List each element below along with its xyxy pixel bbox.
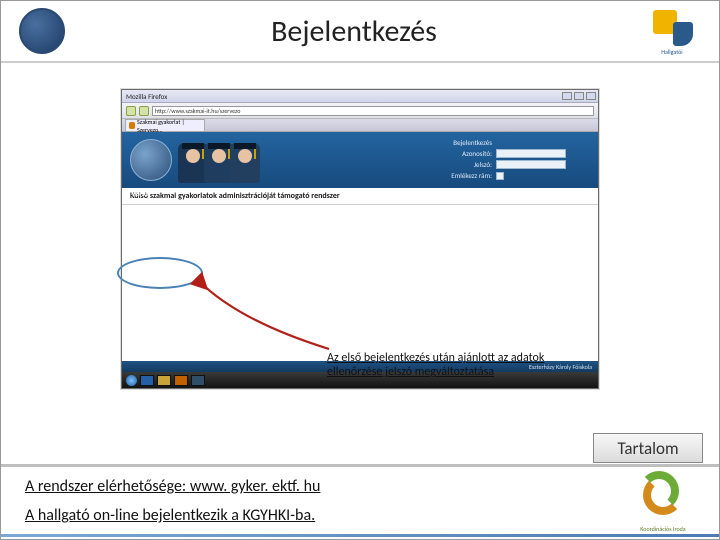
site-logo (130, 139, 172, 181)
banner-graphic (178, 135, 298, 185)
browser-titlebar: Mozilla Firefox (122, 90, 598, 103)
browser-tab[interactable]: Szakmai gyakorlat | Szervezo… (125, 119, 205, 131)
login-panel: Bejelentkezés Azonosító: Jelszó: Emlékez… (436, 138, 586, 182)
institution-logo (19, 8, 65, 54)
slide-bottom: Tartalom A rendszer elérhetősége: www. g… (1, 464, 719, 539)
page-subtitle: Külső szakmai gyakorlatok adminisztráció… (122, 188, 598, 205)
password-label: Jelszó: (436, 160, 492, 169)
system-url-link[interactable]: www. gyker. ektf. hu (190, 477, 321, 496)
password-input[interactable] (496, 160, 566, 169)
contents-button[interactable]: Tartalom (593, 433, 703, 463)
start-button[interactable] (126, 375, 137, 386)
remember-label: Emlékezz rám: (436, 171, 492, 180)
browser-tabs: Szakmai gyakorlat | Szervezo… (122, 119, 598, 132)
back-button[interactable] (126, 106, 136, 116)
address-bar[interactable]: http://www.szakmai-it.hu/szervezo (152, 106, 594, 116)
availability-prefix: A rendszer elérhetősége: (25, 477, 190, 496)
browser-window: Mozilla Firefox http://www.szakmai-it.hu… (121, 89, 599, 389)
slide-title: Bejelentkezés (65, 13, 643, 50)
hallgatoi-logo: Hallgatói (643, 6, 701, 56)
instruction-line: A hallgató on-line bejelentkezik a KGYHK… (25, 506, 591, 525)
forward-button[interactable] (139, 106, 149, 116)
taskbar-firefox-icon[interactable] (174, 375, 188, 386)
username-input[interactable] (496, 149, 566, 158)
taskbar-ie-icon[interactable] (140, 375, 154, 386)
callout-oval (117, 257, 203, 289)
window-title: Mozilla Firefox (126, 92, 167, 101)
coordination-logo: Koordinációs Iroda (623, 467, 703, 531)
home-link[interactable]: Home (132, 189, 149, 198)
taskbar-app-icon[interactable] (191, 375, 205, 386)
maximize-button[interactable] (574, 92, 584, 100)
login-header: Bejelentkezés (436, 138, 492, 147)
site-banner: Bejelentkezés Azonosító: Jelszó: Emlékez… (122, 132, 598, 188)
taskbar-folder-icon[interactable] (157, 375, 171, 386)
availability-line: A rendszer elérhetősége: www. gyker. ekt… (25, 477, 591, 496)
minimize-button[interactable] (562, 92, 572, 100)
footer-accent-bar (1, 534, 719, 537)
slide-header: Bejelentkezés Hallgatói (1, 1, 719, 63)
remember-checkbox[interactable] (496, 172, 504, 180)
username-label: Azonosító: (436, 149, 492, 158)
embedded-screenshot: Mozilla Firefox http://www.szakmai-it.hu… (121, 89, 599, 389)
favicon-icon (129, 122, 135, 129)
close-button[interactable] (586, 92, 596, 100)
annotation-caption: Az első bejelentkezés után ajánlott az a… (327, 351, 563, 380)
